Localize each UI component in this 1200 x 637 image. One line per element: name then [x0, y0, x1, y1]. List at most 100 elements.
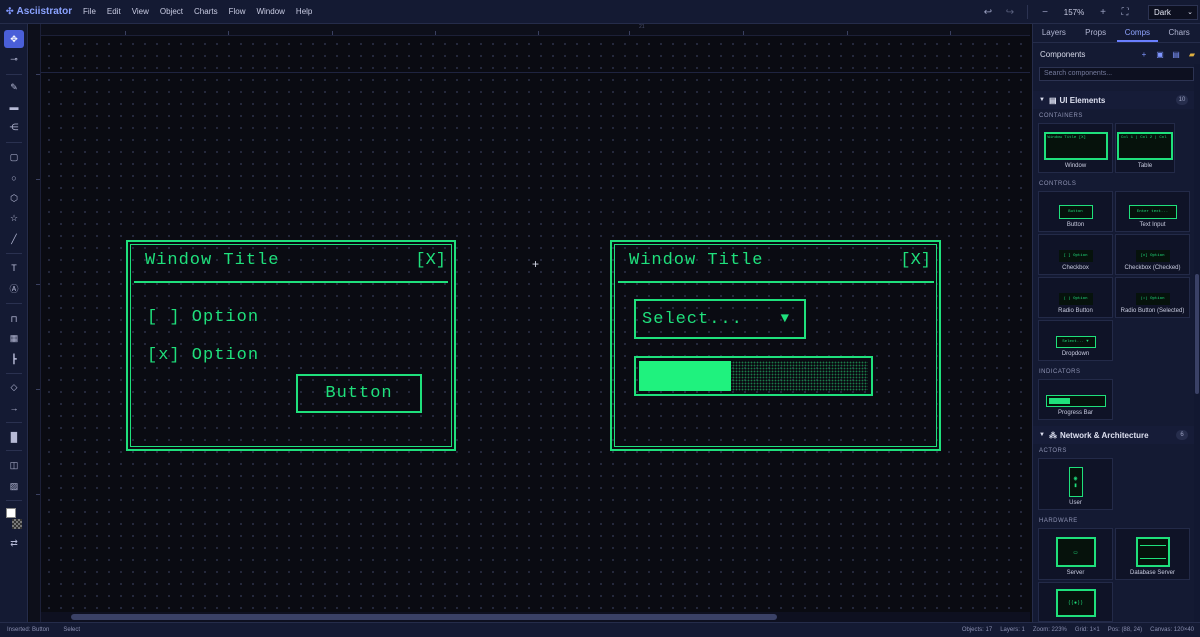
undo-icon[interactable]: ↩ — [977, 7, 999, 18]
component-label: User — [1069, 500, 1082, 506]
save-icon[interactable]: ▣ — [1152, 50, 1168, 59]
text-icon[interactable]: T — [4, 259, 24, 277]
connector-icon[interactable]: ┣ — [4, 350, 24, 368]
component-radio-button-selected[interactable]: (•) Option Radio Button (Selected) — [1115, 277, 1190, 318]
search-input[interactable]: Search components... — [1039, 67, 1194, 81]
foreground-color-swatch[interactable] — [6, 508, 16, 518]
close-icon[interactable]: [X] — [415, 251, 446, 270]
ascii-window-2[interactable]: Window Title [X] Select... ▼ — [610, 240, 941, 451]
fit-screen-icon[interactable]: ⛶ — [1114, 7, 1136, 18]
component-table[interactable]: Col 1 | Col 2 | Col Table — [1115, 123, 1175, 173]
card-row: ◉ ▮ User — [1033, 458, 1200, 510]
zoom-in-button[interactable]: + — [1092, 7, 1114, 18]
scrollbar-thumb[interactable] — [71, 614, 777, 620]
component-progress-bar[interactable]: Progress Bar — [1038, 379, 1113, 420]
close-icon[interactable]: [X] — [900, 251, 931, 270]
card-row: [ ] Option Checkbox [x] Option Checkbox … — [1033, 234, 1200, 275]
direct-select-icon[interactable]: ⊸ — [4, 50, 24, 68]
brush-icon[interactable]: ▬ — [4, 98, 24, 116]
preview: [ ] Option — [1058, 250, 1093, 262]
zoom-out-button[interactable]: − — [1034, 7, 1056, 18]
ascii-button[interactable]: Button — [296, 374, 422, 413]
component-server[interactable]: ▭ Server — [1038, 528, 1113, 580]
card-row: ((●)) — [1033, 582, 1200, 622]
ruler-label: 21 — [639, 24, 645, 30]
export-icon[interactable]: ▤ — [1168, 50, 1184, 59]
component-label: Text Input — [1139, 222, 1166, 228]
group-name: UI Elements — [1059, 95, 1106, 105]
pencil-icon[interactable]: ✎ — [4, 78, 24, 96]
menu-flow[interactable]: Flow — [229, 7, 246, 16]
group-network-architecture[interactable]: ▼ ⁂ Network & Architecture 6 — [1033, 426, 1200, 444]
ascii-checkbox-checked[interactable]: [x] Option — [147, 346, 259, 365]
tab-comps[interactable]: Comps — [1116, 24, 1159, 42]
divider — [6, 142, 22, 143]
folder-icon[interactable]: ▰ — [1184, 50, 1200, 59]
ellipse-icon[interactable]: ○ — [4, 169, 24, 187]
tab-props[interactable]: Props — [1075, 24, 1117, 42]
component-label: Window — [1064, 163, 1087, 169]
fill-icon[interactable]: █ — [4, 428, 24, 446]
divider — [6, 253, 22, 254]
background-color-swatch[interactable] — [12, 519, 22, 529]
wireless-icon: ((●)) — [1055, 589, 1096, 617]
tab-chars[interactable]: Chars — [1158, 24, 1200, 42]
split-icon[interactable]: ◫ — [4, 456, 24, 474]
preview: Window Title [X] — [1043, 132, 1108, 160]
component-database-server[interactable]: Database Server — [1115, 528, 1190, 580]
grid-icon[interactable]: ▨ — [4, 477, 24, 495]
menu-help[interactable]: Help — [296, 7, 312, 16]
node-icon[interactable]: ◇ — [4, 378, 24, 396]
line-icon[interactable]: ╱ — [4, 230, 24, 248]
rectangle-icon[interactable]: ▢ — [4, 148, 24, 166]
scrollbar-thumb[interactable] — [1195, 274, 1199, 394]
add-icon[interactable]: + — [1136, 50, 1152, 59]
menu-window[interactable]: Window — [256, 7, 284, 16]
redo-icon[interactable]: ↪ — [999, 7, 1021, 18]
menu-charts[interactable]: Charts — [194, 7, 218, 16]
horizontal-scrollbar[interactable] — [41, 612, 1030, 622]
component-wireless[interactable]: ((●)) — [1038, 582, 1113, 622]
arrow-icon[interactable]: → — [4, 399, 24, 417]
group-ui-elements[interactable]: ▼ ▤ UI Elements 10 — [1033, 91, 1200, 109]
component-text-input[interactable]: Enter text... Text Input — [1115, 191, 1190, 232]
component-label: Radio Button — [1058, 308, 1093, 314]
menu-object[interactable]: Object — [160, 7, 183, 16]
component-dropdown[interactable]: Select... ▼ Dropdown — [1038, 320, 1113, 361]
section-controls: CONTROLS — [1039, 181, 1077, 187]
ascii-checkbox-unchecked[interactable]: [ ] Option — [147, 308, 259, 327]
ascii-dropdown[interactable]: Select... ▼ — [634, 299, 806, 339]
component-button[interactable]: Button Button — [1038, 191, 1113, 232]
header-actions: + ▣ ▤ ▰ — [1136, 50, 1200, 59]
polygon-icon[interactable]: ⬡ — [4, 189, 24, 207]
components-title: Components — [1040, 49, 1086, 59]
status-right: Objects: 17 Layers: 1 Zoom: 223% Grid: 1… — [954, 627, 1194, 633]
star-icon[interactable]: ☆ — [4, 209, 24, 227]
theme-select[interactable]: Dark ⌄ — [1148, 4, 1198, 20]
ui-elements-icon: ▤ — [1048, 95, 1057, 105]
component-label: Button — [1066, 222, 1085, 228]
component-checkbox[interactable]: [ ] Option Checkbox — [1038, 234, 1113, 275]
component-user[interactable]: ◉ ▮ User — [1038, 458, 1113, 510]
canvas[interactable]: 21 Window Title [X] [ ] Option [x] Optio… — [29, 24, 1030, 622]
app-window: ✣ Asciistrator File Edit View Object Cha… — [0, 0, 1200, 637]
menu-view[interactable]: View — [132, 7, 149, 16]
menu-edit[interactable]: Edit — [107, 7, 121, 16]
component-window[interactable]: Window Title [X] Window — [1038, 123, 1113, 173]
pattern-icon[interactable]: ▦ — [4, 329, 24, 347]
ascii-window-1[interactable]: Window Title [X] [ ] Option [x] Option B… — [126, 240, 456, 451]
progress-fill — [639, 361, 731, 391]
panel-scrollbar[interactable] — [1194, 64, 1200, 622]
swap-colors-icon[interactable]: ⇄ — [4, 534, 24, 552]
select-icon[interactable]: ✥ — [4, 30, 24, 48]
preview — [1045, 395, 1106, 407]
component-label: Database Server — [1129, 570, 1176, 576]
text-path-icon[interactable]: Ⓐ — [4, 279, 24, 297]
component-checkbox-checked[interactable]: [x] Option Checkbox (Checked) — [1115, 234, 1190, 275]
component-radio-button[interactable]: ( ) Option Radio Button — [1038, 277, 1113, 318]
spray-icon[interactable]: ⋲ — [4, 118, 24, 136]
table-icon[interactable]: ⊓ — [4, 310, 24, 328]
tab-layers[interactable]: Layers — [1033, 24, 1075, 42]
title-divider — [618, 281, 934, 283]
menu-file[interactable]: File — [83, 7, 96, 16]
